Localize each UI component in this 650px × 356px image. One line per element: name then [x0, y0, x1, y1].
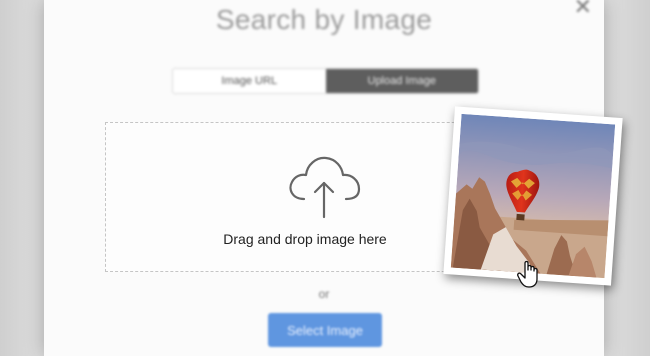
drop-zone-label: Drag and drop image here — [223, 231, 387, 247]
hand-grab-icon — [517, 260, 538, 288]
cloud-upload-icon — [289, 156, 361, 219]
select-image-button[interactable]: Select Image — [268, 313, 382, 347]
tab-image-url[interactable]: Image URL — [173, 69, 326, 93]
image-thumbnail — [450, 113, 616, 279]
dialog-title: Search by Image — [215, 4, 433, 35]
source-toggle: Image URL Upload Image — [172, 68, 479, 94]
tab-upload-image[interactable]: Upload Image — [325, 69, 478, 93]
